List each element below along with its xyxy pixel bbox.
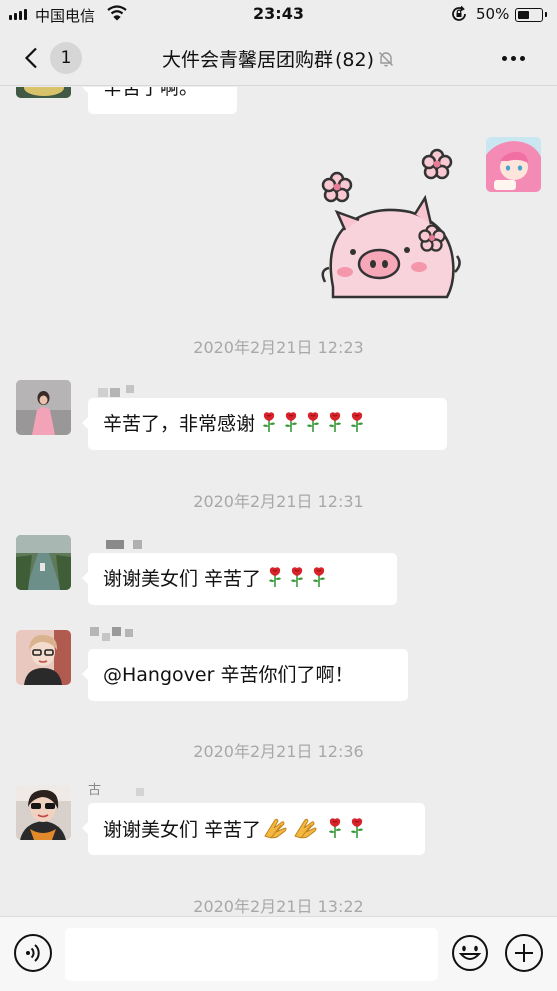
group-name: 大件会青馨居团购群 — [161, 49, 333, 71]
rose-icon — [311, 566, 327, 595]
message-bubble[interactable]: 辛苦了，非常感谢 — [82, 398, 447, 450]
sender-name — [106, 538, 146, 552]
clap-icon — [293, 816, 321, 847]
timestamp: 2020年2月21日 12:36 — [193, 742, 364, 761]
chat-title: 大件会青馨居团购群 (82) — [0, 45, 557, 73]
avatar[interactable] — [16, 785, 71, 840]
mute-bell-icon — [377, 50, 395, 73]
rose-icon — [305, 411, 321, 440]
message-text: 谢谢美女们 辛苦了 — [103, 568, 262, 590]
message-list[interactable]: 辛苦了啊。 2020年2月21日 12:23 辛苦了，非常感谢 2020年2月2… — [0, 87, 557, 916]
message-input[interactable] — [65, 928, 438, 981]
rose-icon — [327, 817, 343, 846]
message-text: 谢谢美女们 辛苦了 — [103, 819, 262, 841]
rose-icon — [267, 566, 283, 595]
rose-icon — [283, 411, 299, 440]
avatar[interactable] — [486, 137, 541, 192]
status-bar: 中国电信 23:43 50% — [0, 0, 557, 30]
avatar[interactable] — [16, 630, 71, 685]
status-time: 23:43 — [253, 4, 304, 23]
message-text: @Hangover 辛苦你们了啊！ — [103, 664, 354, 686]
more-dots-icon[interactable] — [497, 46, 529, 70]
avatar[interactable] — [16, 380, 71, 435]
sender-name: 古 — [88, 781, 158, 798]
input-bar — [0, 916, 557, 991]
battery-percent: 50% — [476, 5, 510, 23]
timestamp: 2020年2月21日 12:31 — [193, 492, 364, 511]
battery-icon — [515, 8, 547, 22]
sender-name — [90, 627, 136, 641]
rose-icon — [261, 411, 277, 440]
orientation-lock-icon — [450, 5, 468, 27]
member-count: (82) — [335, 49, 375, 71]
plus-icon[interactable] — [505, 934, 543, 972]
pink-pig-sticker[interactable] — [315, 142, 465, 302]
timestamp: 2020年2月21日 13:22 — [193, 897, 364, 916]
rose-icon — [349, 411, 365, 440]
message-bubble[interactable]: 辛苦了啊。 — [82, 87, 237, 114]
clap-icon — [263, 816, 291, 847]
message-text: 辛苦了，非常感谢 — [103, 413, 256, 435]
rose-icon — [349, 817, 365, 846]
message-bubble[interactable]: 谢谢美女们 辛苦了 — [82, 803, 425, 855]
nav-bar: 1 大件会青馨居团购群 (82) — [0, 30, 557, 86]
message-text: 辛苦了啊。 — [103, 87, 199, 99]
message-bubble[interactable]: @Hangover 辛苦你们了啊！ — [82, 649, 408, 701]
rose-icon — [289, 566, 305, 595]
sender-name — [98, 385, 138, 399]
timestamp: 2020年2月21日 12:23 — [193, 338, 364, 357]
voice-icon[interactable] — [14, 934, 52, 972]
avatar[interactable] — [16, 87, 71, 98]
message-bubble[interactable]: 谢谢美女们 辛苦了 — [82, 553, 397, 605]
emoji-icon[interactable] — [451, 934, 489, 972]
rose-icon — [327, 411, 343, 440]
avatar[interactable] — [16, 535, 71, 590]
